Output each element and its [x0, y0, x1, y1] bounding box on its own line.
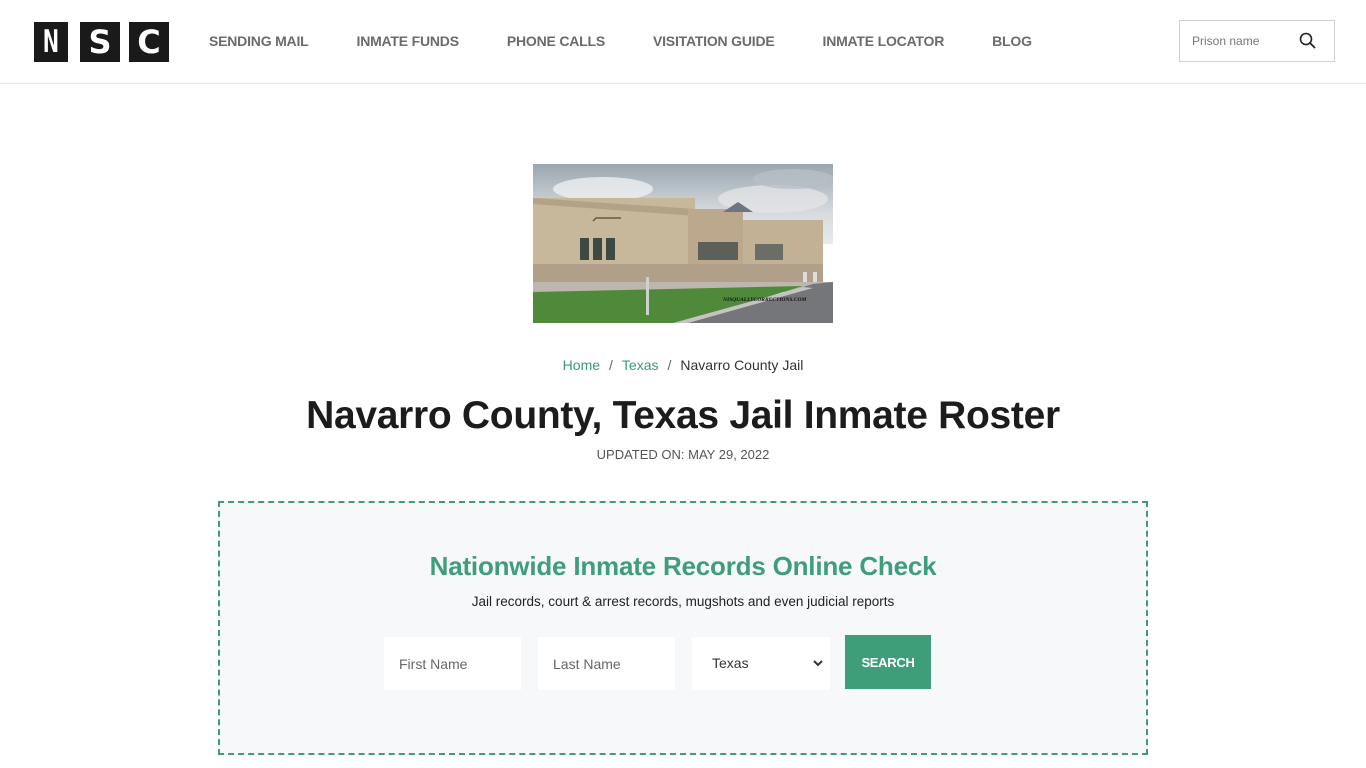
chevron-down-icon	[812, 656, 824, 668]
logo-letter-n: N	[34, 22, 68, 62]
state-select[interactable]: Texas	[692, 637, 830, 690]
nav-sending-mail[interactable]: SENDING MAIL	[209, 33, 309, 49]
logo-letter-c: C	[129, 22, 169, 62]
page-title: Navarro County, Texas Jail Inmate Roster	[306, 394, 1060, 437]
photo-watermark: NISQUALLYCORRECTIONS.COM	[722, 297, 807, 303]
inmate-records-search-panel: Nationwide Inmate Records Online Check J…	[218, 501, 1148, 755]
nav-blog[interactable]: BLOG	[992, 33, 1032, 49]
breadcrumb-home[interactable]: Home	[563, 357, 600, 373]
breadcrumb: Home / Texas / Navarro County Jail	[0, 357, 1366, 373]
breadcrumb-separator: /	[667, 357, 672, 373]
logo-letter-s: S	[80, 22, 120, 62]
last-name-input[interactable]	[538, 637, 675, 690]
updated-date: UPDATED ON: MAY 29, 2022	[596, 447, 770, 462]
nav-phone-calls[interactable]: PHONE CALLS	[507, 33, 605, 49]
breadcrumb-current: Navarro County Jail	[680, 357, 804, 373]
main-nav: SENDING MAIL INMATE FUNDS PHONE CALLS VI…	[209, 33, 1032, 49]
search-button[interactable]: SEARCH	[845, 635, 931, 689]
site-logo[interactable]: N S C	[31, 22, 169, 62]
panel-subtitle: Jail records, court & arrest records, mu…	[471, 594, 895, 609]
nav-inmate-locator[interactable]: INMATE LOCATOR	[823, 33, 945, 49]
prison-name-input[interactable]	[1180, 21, 1290, 61]
panel-title: Nationwide Inmate Records Online Check	[429, 551, 937, 581]
breadcrumb-texas[interactable]: Texas	[622, 357, 659, 373]
nav-inmate-funds[interactable]: INMATE FUNDS	[357, 33, 460, 49]
breadcrumb-separator: /	[609, 357, 613, 373]
site-header: N S C SENDING MAIL INMATE FUNDS PHONE CA…	[0, 0, 1366, 84]
search-icon[interactable]	[1297, 30, 1319, 52]
jail-photo: NISQUALLYCORRECTIONS.COM	[533, 164, 833, 323]
nav-visitation-guide[interactable]: VISITATION GUIDE	[653, 33, 775, 49]
first-name-input[interactable]	[384, 637, 521, 690]
state-select-value: Texas	[712, 655, 749, 671]
prison-search	[1179, 20, 1335, 62]
jail-building-image: NISQUALLYCORRECTIONS.COM	[533, 164, 833, 323]
